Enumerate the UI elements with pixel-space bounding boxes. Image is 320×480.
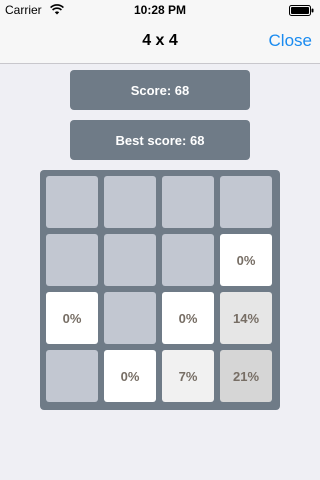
empty-tile — [104, 234, 156, 286]
tile: 0% — [104, 350, 156, 402]
empty-tile — [220, 176, 272, 228]
status-bar: Carrier 10:28 PM — [0, 0, 320, 20]
navigation-bar: 4 x 4 Close — [0, 20, 320, 64]
game-board[interactable]: 0% 0% 0% 14% 0% 7% 21% — [40, 170, 280, 410]
empty-tile — [104, 292, 156, 344]
tile: 14% — [220, 292, 272, 344]
empty-tile — [46, 176, 98, 228]
empty-tile — [46, 350, 98, 402]
battery-icon — [289, 5, 314, 16]
score-display: Score: 68 — [70, 70, 250, 110]
empty-tile — [162, 234, 214, 286]
tile: 0% — [46, 292, 98, 344]
tile: 0% — [220, 234, 272, 286]
tile: 21% — [220, 350, 272, 402]
empty-tile — [46, 234, 98, 286]
status-time: 10:28 PM — [133, 3, 187, 17]
empty-tile — [104, 176, 156, 228]
empty-tile — [162, 176, 214, 228]
close-button[interactable]: Close — [269, 31, 312, 51]
best-score-display: Best score: 68 — [70, 120, 250, 160]
tile: 0% — [162, 292, 214, 344]
tile: 7% — [162, 350, 214, 402]
